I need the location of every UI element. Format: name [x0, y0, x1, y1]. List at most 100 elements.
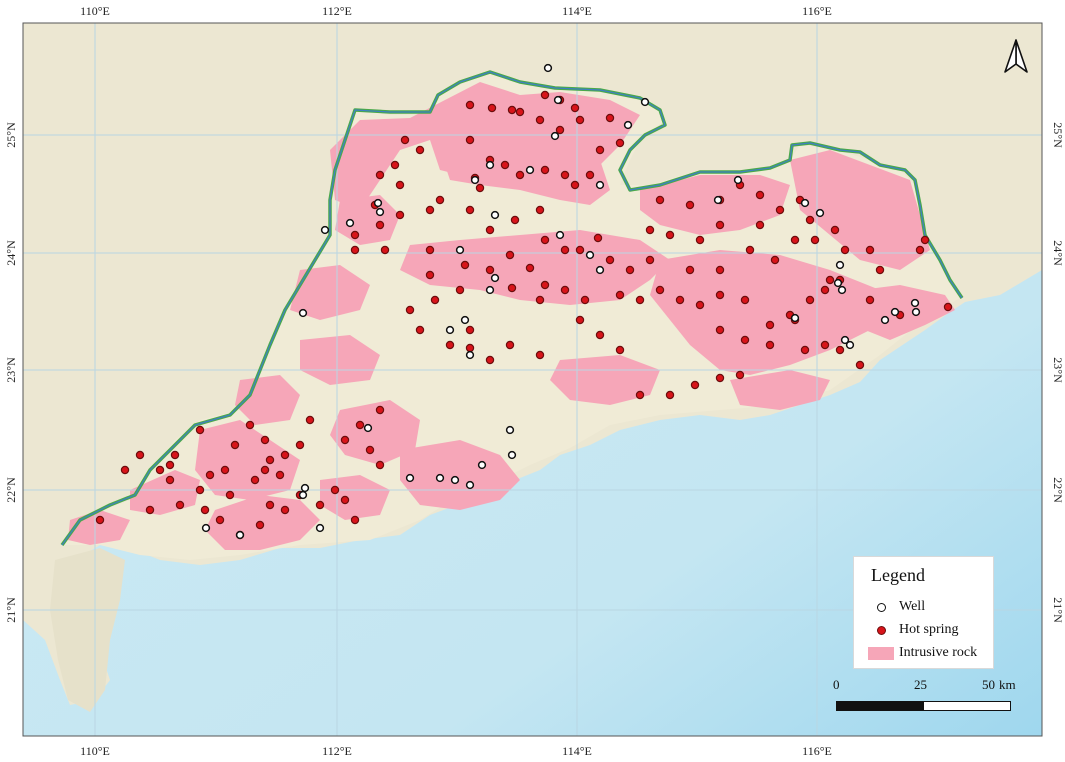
well-marker: [435, 473, 445, 483]
scale-segment-filled: [836, 701, 924, 711]
hot-spring-marker: [800, 345, 810, 355]
hot-spring-marker: [195, 425, 205, 435]
well-marker: [911, 307, 921, 317]
hot-spring-marker: [475, 183, 485, 193]
well-marker: [507, 450, 517, 460]
hot-spring-marker: [715, 290, 725, 300]
hot-spring-marker: [120, 465, 130, 475]
well-marker: [835, 260, 845, 270]
hot-spring-marker: [465, 100, 475, 110]
hot-spring-marker: [415, 145, 425, 155]
hot-spring-marker: [535, 115, 545, 125]
hot-spring-marker: [295, 440, 305, 450]
hot-spring-marker: [715, 265, 725, 275]
hot-spring-marker: [695, 235, 705, 245]
well-marker: [345, 218, 355, 228]
hot-spring-marker: [535, 350, 545, 360]
hot-spring-marker: [220, 465, 230, 475]
hot-spring-marker: [165, 460, 175, 470]
well-marker: [460, 315, 470, 325]
well-marker: [485, 285, 495, 295]
hot-spring-marker: [505, 340, 515, 350]
left-lat-label: 22°N: [4, 477, 18, 503]
well-marker: [553, 95, 563, 105]
hot-spring-marker: [215, 515, 225, 525]
hot-spring-marker: [820, 340, 830, 350]
hot-spring-marker: [390, 160, 400, 170]
well-marker: [790, 313, 800, 323]
hot-spring-marker: [665, 390, 675, 400]
well-marker: [405, 473, 415, 483]
hot-spring-marker: [465, 343, 475, 353]
well-marker: [298, 490, 308, 500]
well-marker: [837, 285, 847, 295]
hot-spring-marker: [165, 475, 175, 485]
hot-spring-marker: [835, 345, 845, 355]
legend-item-well: Well: [866, 597, 925, 617]
well-marker: [450, 475, 460, 485]
well-marker: [490, 210, 500, 220]
scale-segment-empty: [923, 701, 1011, 711]
hot-spring-marker: [485, 265, 495, 275]
hot-spring-marker: [170, 450, 180, 460]
hot-spring-marker: [465, 205, 475, 215]
hot-spring-marker: [330, 485, 340, 495]
hot-spring-marker: [487, 103, 497, 113]
well-marker: [713, 195, 723, 205]
hot-spring-marker: [875, 265, 885, 275]
hot-spring-marker: [415, 325, 425, 335]
hot-spring-marker: [175, 500, 185, 510]
hot-spring-marker: [205, 470, 215, 480]
well-marker: [880, 315, 890, 325]
hot-spring-marker: [735, 370, 745, 380]
right-lat-label: 24°N: [1051, 240, 1065, 266]
hot-spring-marker: [445, 340, 455, 350]
bottom-lon-label: 112°E: [322, 744, 352, 758]
hot-spring-marker: [595, 145, 605, 155]
hot-spring-marker: [625, 265, 635, 275]
scale-label: 0: [833, 677, 840, 692]
well-marker: [375, 207, 385, 217]
intrusive-rock-swatch-icon: [866, 646, 896, 660]
hot-spring-marker: [340, 435, 350, 445]
well-marker: [525, 165, 535, 175]
hot-spring-marker: [515, 170, 525, 180]
hot-spring-marker: [805, 295, 815, 305]
hot-spring-marker: [595, 330, 605, 340]
hot-spring-marker: [350, 515, 360, 525]
well-marker: [470, 175, 480, 185]
well-marker: [910, 298, 920, 308]
hot-spring-marker: [195, 485, 205, 495]
hot-spring-marker: [585, 170, 595, 180]
hot-spring-marker: [425, 205, 435, 215]
hot-spring-marker: [560, 245, 570, 255]
well-marker: [890, 307, 900, 317]
hot-spring-marker: [615, 138, 625, 148]
right-lat-label: 25°N: [1051, 122, 1065, 148]
hot-spring-marker: [790, 235, 800, 245]
hot-spring-marker: [740, 335, 750, 345]
hot-spring-marker: [555, 125, 565, 135]
well-marker: [815, 208, 825, 218]
well-marker: [201, 523, 211, 533]
hot-spring-marker: [943, 302, 953, 312]
right-lat-label: 22°N: [1051, 477, 1065, 503]
left-lat-label: 25°N: [4, 122, 18, 148]
hot-spring-marker: [920, 235, 930, 245]
hot-spring-marker: [400, 135, 410, 145]
hot-spring-marker: [507, 105, 517, 115]
hot-spring-marker: [715, 373, 725, 383]
hot-spring-marker: [365, 445, 375, 455]
hot-spring-marker: [615, 290, 625, 300]
hot-spring-marker: [695, 300, 705, 310]
legend-title: Legend: [871, 565, 925, 585]
hot-spring-marker: [155, 465, 165, 475]
hot-spring-marker: [810, 235, 820, 245]
hot-spring-marker: [95, 515, 105, 525]
hot-spring-marker: [755, 220, 765, 230]
well-marker: [485, 160, 495, 170]
well-marker: [733, 175, 743, 185]
hot-spring-marker: [770, 255, 780, 265]
scale-bar: 0 25 50 km: [833, 677, 1016, 717]
hot-spring-marker: [375, 170, 385, 180]
